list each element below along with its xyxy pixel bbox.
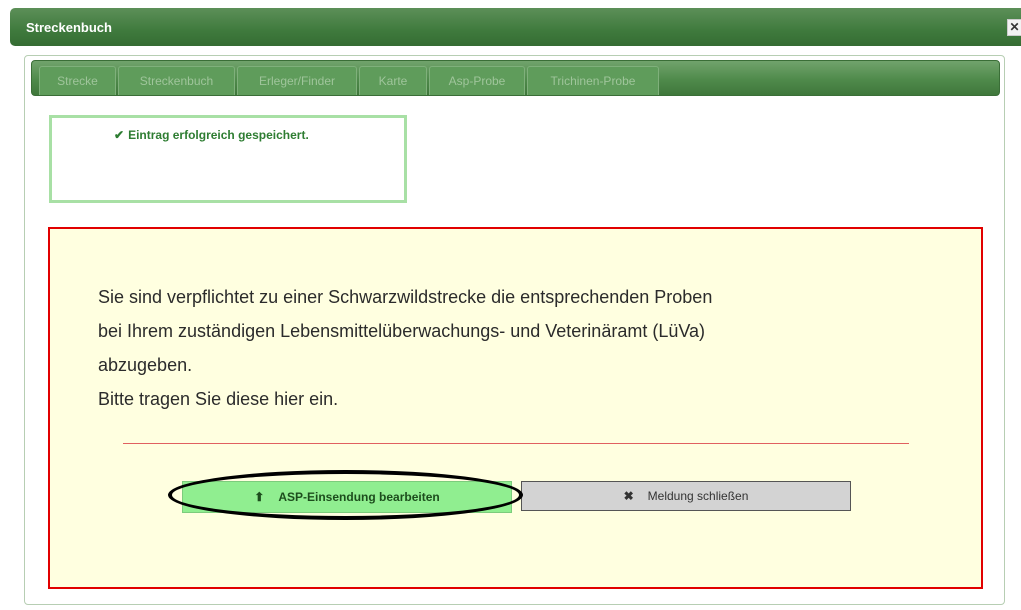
close-icon: ✕ — [1009, 20, 1020, 34]
asp-notice-box: Sie sind verpflichtet zu einer Schwarzwi… — [48, 227, 983, 589]
notice-line-3: abzugeben. — [98, 355, 193, 375]
asp-edit-button[interactable]: ⬆ ASP-Einsendung bearbeiten — [182, 481, 512, 513]
upload-icon: ⬆ — [254, 490, 265, 504]
tab-karte[interactable]: Karte — [359, 66, 427, 95]
tab-trichinen-probe[interactable]: Trichinen-Probe — [527, 66, 659, 95]
asp-edit-button-label: ASP-Einsendung bearbeiten — [278, 490, 440, 504]
close-dialog-button[interactable]: ✕ — [1007, 19, 1021, 36]
tab-asp-probe[interactable]: Asp-Probe — [429, 66, 525, 95]
notice-line-2: bei Ihrem zuständigen Lebensmittelüberwa… — [98, 321, 706, 341]
check-icon: ✔ — [114, 128, 125, 142]
dialog-titlebar[interactable]: Streckenbuch ✕ — [10, 8, 1021, 46]
success-message: ✔ Eintrag erfolgreich gespeichert. — [114, 128, 309, 142]
close-icon: ✖ — [623, 489, 634, 503]
tab-strecke[interactable]: Strecke — [39, 66, 116, 95]
dialog-title: Streckenbuch — [26, 20, 112, 35]
notice-line-1: Sie sind verpflichtet zu einer Schwarzwi… — [98, 287, 713, 307]
success-message-box: ✔ Eintrag erfolgreich gespeichert. — [49, 115, 407, 203]
notice-line-4: Bitte tragen Sie diese hier ein. — [98, 389, 339, 409]
dialog-body: Strecke Streckenbuch Erleger/Finder Kart… — [24, 55, 1005, 605]
close-message-button-label: Meldung schließen — [647, 489, 749, 503]
success-message-text: Eintrag erfolgreich gespeichert. — [128, 128, 309, 142]
close-message-button[interactable]: ✖ Meldung schließen — [521, 481, 851, 511]
tab-bar: Strecke Streckenbuch Erleger/Finder Kart… — [31, 60, 1000, 96]
tab-erleger-finder[interactable]: Erleger/Finder — [237, 66, 357, 95]
tab-streckenbuch[interactable]: Streckenbuch — [118, 66, 235, 95]
notice-divider — [123, 443, 909, 444]
